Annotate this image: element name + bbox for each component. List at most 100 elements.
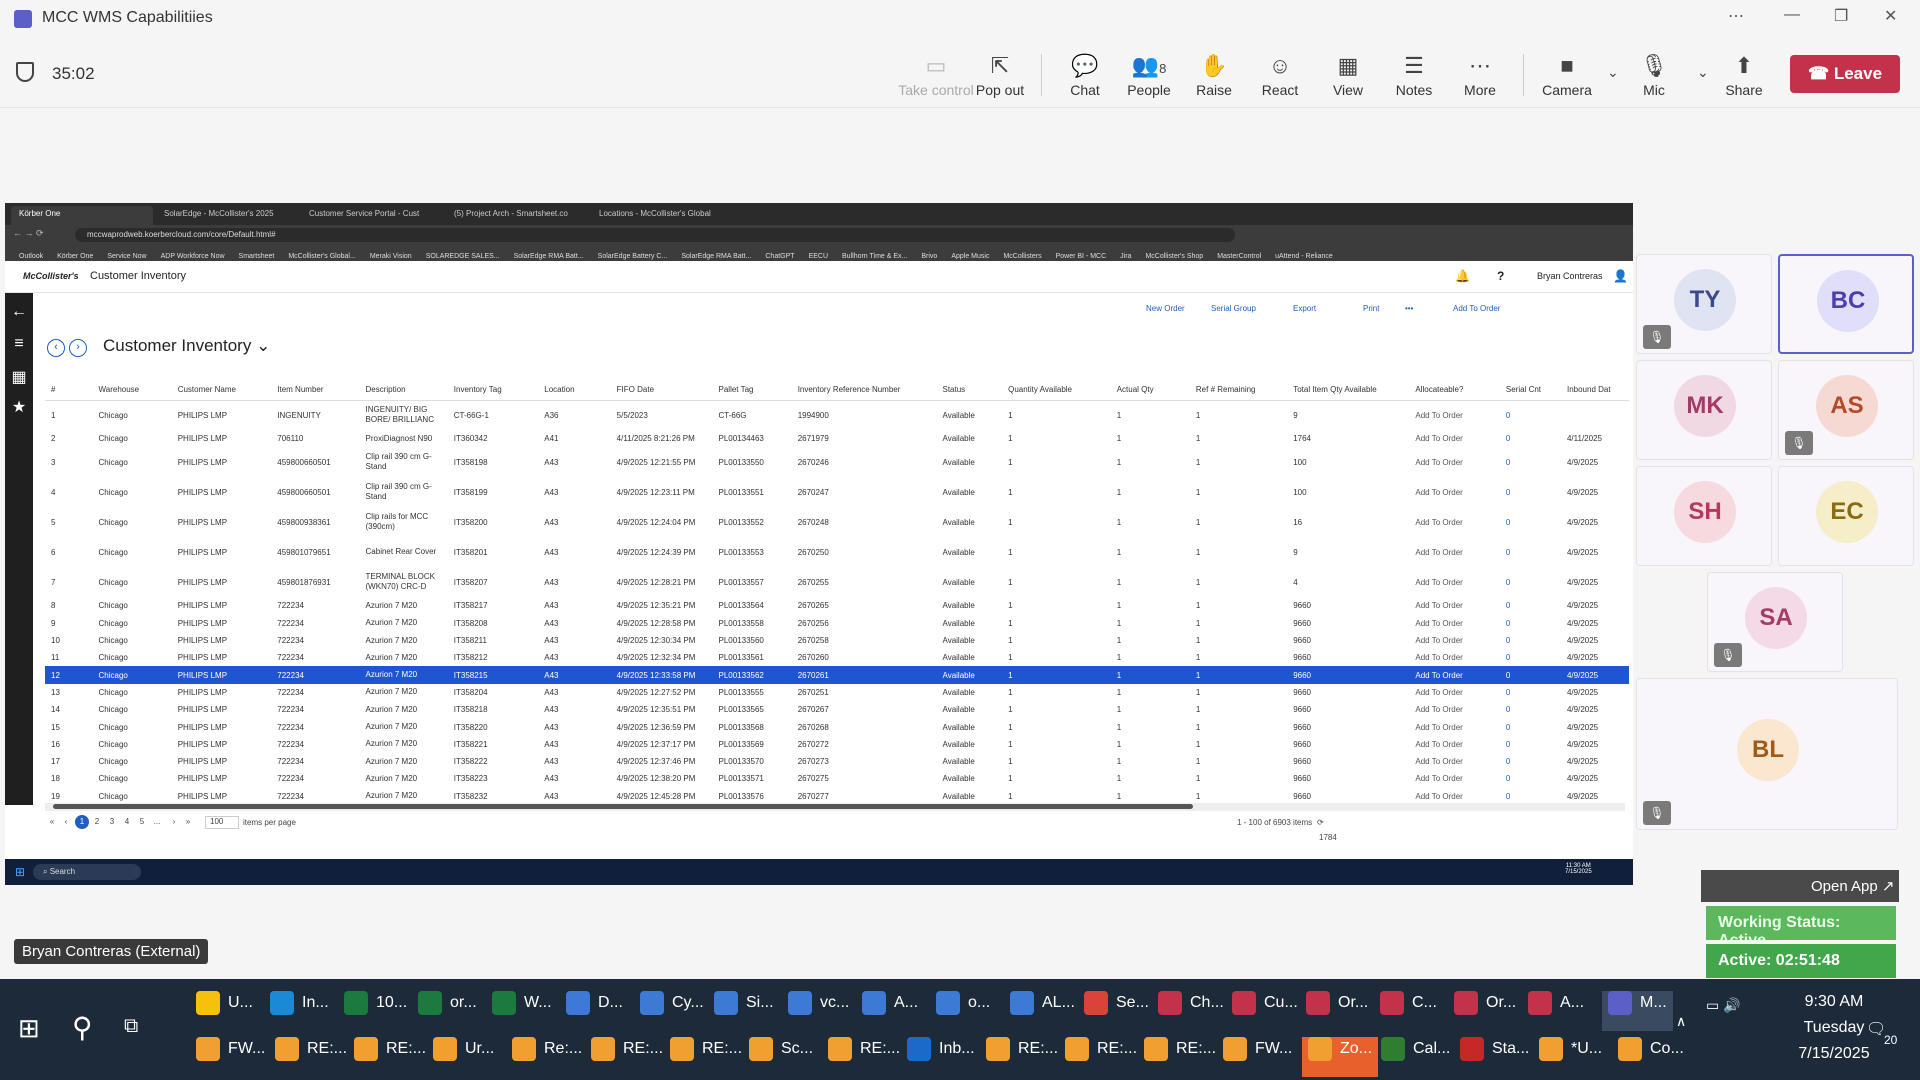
table-row[interactable]: 2 Chicago PHILIPS LMP 706110 ProxiDiagnost N… — [45, 430, 1629, 447]
bookmark-item[interactable]: McCollister's Global... — [288, 249, 355, 261]
column-header[interactable]: Pallet Tag — [712, 380, 792, 401]
browser-tab[interactable]: Körber One — [11, 206, 153, 225]
table-row[interactable]: 13 Chicago PHILIPS LMP 722234 Azurion 7 M20 I… — [45, 684, 1629, 701]
taskbar-app[interactable]: Or... — [1454, 991, 1516, 1031]
table-row[interactable]: 17 Chicago PHILIPS LMP 722234 Azurion 7 M20 I… — [45, 753, 1629, 770]
browser-tab[interactable]: (5) Project Arch - Smartsheet.co — [446, 206, 588, 225]
taskbar-app[interactable]: AL... — [1010, 991, 1075, 1031]
table-row[interactable]: 18 Chicago PHILIPS LMP 722234 Azurion 7 M20 I… — [45, 770, 1629, 787]
column-header[interactable]: Description — [359, 380, 448, 401]
chevron-down-icon[interactable]: ⌄ — [1607, 64, 1619, 81]
taskbar-app[interactable]: FW... — [196, 1037, 265, 1077]
task-view-icon[interactable]: ⧉ — [124, 1015, 138, 1038]
leave-button[interactable]: ☎ Leave — [1790, 55, 1900, 93]
taskbar-app[interactable]: M... — [1602, 991, 1673, 1031]
participant-tile[interactable]: MK — [1636, 360, 1772, 460]
taskbar-app[interactable]: RE:... — [670, 1037, 742, 1077]
column-header[interactable]: Status — [936, 380, 1003, 401]
action-1[interactable]: Serial Group — [1211, 304, 1256, 313]
show-hidden-icons-icon[interactable]: ∧ — [1676, 1013, 1686, 1030]
taskbar-app[interactable]: Sta... — [1460, 1037, 1529, 1077]
taskbar-app[interactable]: RE:... — [1065, 1037, 1137, 1077]
taskbar-app[interactable]: Co... — [1618, 1037, 1684, 1077]
page-title[interactable]: Customer Inventory ⌄ — [103, 336, 270, 356]
table-cell[interactable]: Add To Order — [1409, 753, 1500, 770]
taskbar-app[interactable]: Inb... — [907, 1037, 975, 1077]
table-cell[interactable]: Add To Order — [1409, 736, 1500, 753]
minimize-button[interactable]: — — [1784, 6, 1800, 24]
table-cell[interactable]: Add To Order — [1409, 400, 1500, 430]
bookmark-item[interactable]: ADP Workforce Now — [161, 249, 225, 261]
refresh-icon[interactable]: ⟳ — [1317, 818, 1324, 827]
bookmark-item[interactable]: SolarEdge Battery C... — [598, 249, 668, 261]
participant-tile[interactable]: TY 🎙 — [1636, 254, 1772, 354]
maximize-button[interactable]: ❐ — [1834, 6, 1848, 26]
bookmark-item[interactable]: McCollister's Shop — [1145, 249, 1203, 261]
scrollbar-thumb[interactable] — [53, 804, 1193, 809]
bookmark-item[interactable]: Körber One — [57, 249, 93, 261]
taskbar-app[interactable]: W... — [492, 991, 552, 1031]
column-header[interactable]: Warehouse — [92, 380, 172, 401]
action-5[interactable]: Add To Order — [1453, 304, 1500, 313]
tray-icons[interactable]: ▭ 🔊 — [1706, 997, 1741, 1014]
last-page-icon[interactable]: » — [181, 815, 195, 829]
toolbar-view-button[interactable]: ▦ View — [1316, 50, 1380, 98]
prev-page-icon[interactable]: ‹ — [59, 815, 73, 829]
horizontal-scrollbar[interactable] — [45, 803, 1625, 811]
taskbar-app[interactable]: In... — [270, 991, 329, 1031]
toolbar-chat-button[interactable]: 💬 Chat — [1053, 50, 1117, 98]
page-number[interactable]: 1 — [75, 815, 89, 829]
bell-icon[interactable]: 🔔 — [1455, 269, 1470, 283]
action-2[interactable]: Export — [1293, 304, 1316, 313]
participant-tile[interactable]: SA 🎙 — [1707, 572, 1843, 672]
table-cell[interactable]: Add To Order — [1409, 718, 1500, 735]
table-cell[interactable]: Add To Order — [1409, 666, 1500, 684]
column-header[interactable]: Inventory Tag — [447, 380, 539, 401]
table-cell[interactable]: Add To Order — [1409, 477, 1500, 507]
taskbar-app[interactable]: or... — [418, 991, 477, 1031]
table-cell[interactable]: Add To Order — [1409, 447, 1500, 477]
bookmark-item[interactable]: McCollisters — [1003, 249, 1041, 261]
table-row[interactable]: 8 Chicago PHILIPS LMP 722234 Azurion 7 M20 IT… — [45, 597, 1629, 614]
taskbar-app[interactable]: Ch... — [1158, 991, 1224, 1031]
table-cell[interactable]: Add To Order — [1409, 597, 1500, 614]
nav-back-icon[interactable]: ← → ⟳ — [13, 228, 44, 239]
column-header[interactable]: FIFO Date — [610, 380, 713, 401]
table-cell[interactable]: Add To Order — [1409, 649, 1500, 666]
page-number[interactable]: 3 — [105, 815, 119, 829]
participant-tile[interactable]: BC — [1778, 254, 1914, 354]
taskbar-app[interactable]: D... — [566, 991, 623, 1031]
url-field[interactable]: mccwaprodweb.koerbercloud.com/core/Defau… — [75, 228, 1235, 242]
bookmark-item[interactable]: Service Now — [107, 249, 146, 261]
column-header[interactable]: Item Number — [271, 380, 360, 401]
column-header[interactable]: Quantity Available — [1002, 380, 1111, 401]
taskbar-app[interactable]: Cu... — [1232, 991, 1298, 1031]
taskbar-app[interactable]: C... — [1380, 991, 1437, 1031]
bookmark-item[interactable]: Apple Music — [951, 249, 989, 261]
column-header[interactable]: Allocateable? — [1409, 380, 1500, 401]
user-name[interactable]: Bryan Contreras — [1537, 271, 1603, 281]
bookmark-item[interactable]: uAttend - Reliance — [1275, 249, 1333, 261]
bookmark-item[interactable]: Jira — [1120, 249, 1131, 261]
taskbar-app[interactable]: RE:... — [1144, 1037, 1216, 1077]
participant-tile[interactable]: BL 🎙 — [1636, 678, 1898, 830]
taskbar-app[interactable]: Cy... — [640, 991, 704, 1031]
table-row[interactable]: 4 Chicago PHILIPS LMP 459800660501 Clip rail… — [45, 477, 1629, 507]
table-row[interactable]: 3 Chicago PHILIPS LMP 459800660501 Clip rail… — [45, 447, 1629, 477]
taskbar-app[interactable]: Re:... — [512, 1037, 582, 1077]
taskbar-app[interactable]: A... — [862, 991, 918, 1031]
table-row[interactable]: 5 Chicago PHILIPS LMP 459800938361 Clip rail… — [45, 507, 1629, 537]
toolbar-more-button[interactable]: ⋯ More — [1448, 50, 1512, 98]
participant-tile[interactable]: EC — [1778, 466, 1914, 566]
browser-tab[interactable]: Locations - McCollister's Global — [591, 206, 733, 225]
bookmark-item[interactable]: MasterControl — [1217, 249, 1261, 261]
per-page-select[interactable]: 100 — [205, 816, 239, 829]
participant-tile[interactable]: AS 🎙 — [1778, 360, 1914, 460]
action-4[interactable]: ••• — [1405, 304, 1413, 313]
taskbar-app[interactable]: Sc... — [749, 1037, 813, 1077]
table-cell[interactable]: Add To Order — [1409, 684, 1500, 701]
bookmark-item[interactable]: SolarEdge RMA Batt... — [514, 249, 584, 261]
column-header[interactable]: Customer Name — [171, 380, 272, 401]
action-3[interactable]: Print — [1363, 304, 1379, 313]
toolbar-react-button[interactable]: ☺ React — [1248, 50, 1312, 98]
